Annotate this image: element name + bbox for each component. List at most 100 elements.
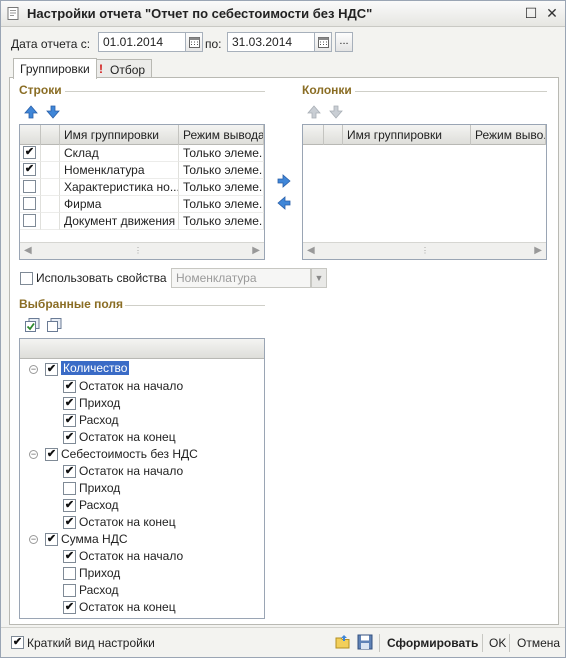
- tree-item-row[interactable]: ✔ Остаток на начало: [20, 548, 264, 565]
- tree-item-row[interactable]: Приход: [20, 480, 264, 497]
- row-checkbox[interactable]: [23, 197, 36, 210]
- tree-item-label[interactable]: Остаток на начало: [79, 379, 183, 393]
- header-output-mode[interactable]: Режим вывода: [179, 125, 264, 145]
- tab-filter[interactable]: ! Отбор: [91, 59, 153, 79]
- move-right-icon[interactable]: [277, 174, 291, 188]
- row-output-mode[interactable]: Только элеме...: [179, 145, 264, 162]
- tree-group-label[interactable]: Количество: [61, 361, 130, 375]
- tree-group-checkbox[interactable]: ✔: [45, 533, 58, 546]
- tree-item-checkbox[interactable]: ✔: [63, 380, 76, 393]
- row-group-name[interactable]: Склад: [60, 145, 179, 162]
- row-output-mode[interactable]: Только элеме...: [179, 196, 264, 213]
- date-to-calendar-button[interactable]: [314, 32, 332, 52]
- chevron-down-icon[interactable]: ▼: [311, 268, 327, 288]
- tree-item-checkbox[interactable]: ✔: [63, 550, 76, 563]
- row-output-mode[interactable]: Только элеме...: [179, 213, 264, 230]
- move-down-icon[interactable]: [46, 105, 60, 119]
- table-row[interactable]: ✔ Номенклатура Только элеме...: [20, 162, 264, 179]
- tree-item-label[interactable]: Приход: [79, 396, 120, 410]
- tree-item-checkbox[interactable]: ✔: [63, 499, 76, 512]
- row-output-mode[interactable]: Только элеме...: [179, 162, 264, 179]
- tree-item-row[interactable]: ✔ Приход: [20, 395, 264, 412]
- tree-item-row[interactable]: Приход: [20, 565, 264, 582]
- scroll-left-icon[interactable]: ◀: [307, 245, 315, 256]
- tree-group-row[interactable]: − ✔ Сумма НДС: [20, 531, 264, 548]
- tree-item-row[interactable]: ✔ Расход: [20, 412, 264, 429]
- row-group-name[interactable]: Документ движения: [60, 213, 179, 230]
- tree-item-row[interactable]: ✔ Остаток на конец: [20, 514, 264, 531]
- tree-item-label[interactable]: Остаток на конец: [79, 430, 176, 444]
- scroll-left-icon[interactable]: ◀: [24, 245, 32, 256]
- columns-grid-scrollbar[interactable]: ◀ ⋮ ▶: [303, 242, 546, 259]
- tree-group-checkbox[interactable]: ✔: [45, 363, 58, 376]
- tree-group-label[interactable]: Сумма НДС: [61, 532, 128, 546]
- tree-item-row[interactable]: ✔ Остаток на конец: [20, 429, 264, 446]
- tree-item-checkbox[interactable]: [63, 482, 76, 495]
- maximize-button[interactable]: ☐: [523, 5, 539, 21]
- tree-group-row[interactable]: − ✔ Себестоимость без НДС: [20, 446, 264, 463]
- header-group-name[interactable]: Имя группировки: [60, 125, 179, 145]
- short-view-checkbox[interactable]: ✔: [11, 636, 24, 649]
- row-output-mode[interactable]: Только элеме...: [179, 179, 264, 196]
- check-all-icon[interactable]: [25, 318, 40, 332]
- scroll-right-icon[interactable]: ▶: [534, 245, 542, 256]
- use-properties-checkbox[interactable]: [20, 272, 33, 285]
- tree-group-label[interactable]: Себестоимость без НДС: [61, 447, 198, 461]
- date-to-input[interactable]: 31.03.2014: [227, 32, 315, 52]
- tree-item-label[interactable]: Остаток на конец: [79, 600, 176, 614]
- tree-item-label[interactable]: Расход: [79, 498, 119, 512]
- row-checkbox[interactable]: ✔: [23, 146, 36, 159]
- collapse-icon[interactable]: −: [29, 365, 38, 374]
- rows-grid-scrollbar[interactable]: ◀ ⋮ ▶: [20, 242, 264, 259]
- tree-item-checkbox[interactable]: ✔: [63, 397, 76, 410]
- header-output-mode[interactable]: Режим выво...: [471, 125, 546, 145]
- table-row[interactable]: Фирма Только элеме...: [20, 196, 264, 213]
- table-row[interactable]: Документ движения Только элеме...: [20, 213, 264, 230]
- collapse-icon[interactable]: −: [29, 450, 38, 459]
- tree-item-row[interactable]: ✔ Расход: [20, 497, 264, 514]
- tree-item-label[interactable]: Расход: [79, 583, 119, 597]
- table-row[interactable]: ✔ Склад Только элеме...: [20, 145, 264, 162]
- table-row[interactable]: Характеристика но... Только элеме...: [20, 179, 264, 196]
- scroll-right-icon[interactable]: ▶: [252, 245, 260, 256]
- tree-item-label[interactable]: Остаток на начало: [79, 549, 183, 563]
- tree-item-label[interactable]: Расход: [79, 413, 119, 427]
- uncheck-all-icon[interactable]: [47, 318, 62, 332]
- tree-item-row[interactable]: ✔ Остаток на начало: [20, 463, 264, 480]
- save-icon[interactable]: [357, 634, 373, 650]
- row-checkbox[interactable]: ✔: [23, 163, 36, 176]
- tree-item-label[interactable]: Приход: [79, 566, 120, 580]
- row-checkbox[interactable]: [23, 214, 36, 227]
- tree-group-row[interactable]: − ✔ Количество: [20, 361, 264, 378]
- scroll-thumb-icon[interactable]: ⋮: [134, 246, 142, 255]
- close-button[interactable]: ✕: [544, 5, 560, 21]
- tree-item-row[interactable]: ✔ Остаток на начало: [20, 378, 264, 395]
- scroll-thumb-icon[interactable]: ⋮: [421, 246, 429, 255]
- tree-item-checkbox[interactable]: ✔: [63, 601, 76, 614]
- ok-button[interactable]: OK: [489, 636, 506, 650]
- row-group-name[interactable]: Фирма: [60, 196, 179, 213]
- tree-item-label[interactable]: Остаток на конец: [79, 515, 176, 529]
- cancel-button[interactable]: Отмена: [517, 636, 560, 650]
- open-folder-icon[interactable]: [335, 634, 351, 650]
- tree-group-checkbox[interactable]: ✔: [45, 448, 58, 461]
- tree-item-row[interactable]: ✔ Остаток на конец: [20, 599, 264, 616]
- row-group-name[interactable]: Характеристика но...: [60, 179, 179, 196]
- date-from-calendar-button[interactable]: [185, 32, 203, 52]
- tab-groupings[interactable]: Группировки: [13, 58, 97, 79]
- tree-item-label[interactable]: Остаток на начало: [79, 464, 183, 478]
- tree-item-checkbox[interactable]: ✔: [63, 516, 76, 529]
- tree-item-checkbox[interactable]: [63, 584, 76, 597]
- move-up-icon[interactable]: [24, 105, 38, 119]
- tree-item-checkbox[interactable]: ✔: [63, 465, 76, 478]
- tree-item-checkbox[interactable]: [63, 567, 76, 580]
- generate-button[interactable]: Сформировать: [387, 636, 478, 650]
- row-checkbox[interactable]: [23, 180, 36, 193]
- header-group-name[interactable]: Имя группировки: [343, 125, 471, 145]
- tree-item-label[interactable]: Приход: [79, 481, 120, 495]
- collapse-icon[interactable]: −: [29, 535, 38, 544]
- columns-move-up-icon[interactable]: [307, 105, 321, 119]
- date-from-input[interactable]: 01.01.2014: [98, 32, 186, 52]
- move-left-icon[interactable]: [277, 196, 291, 210]
- tree-item-checkbox[interactable]: ✔: [63, 414, 76, 427]
